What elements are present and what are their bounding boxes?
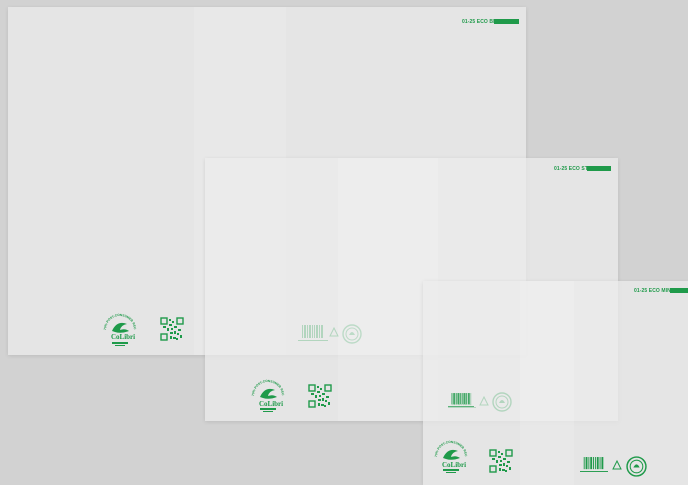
bag-small-side-gusset [520,281,574,485]
bag-medium-brand-name: CoLibri [259,400,284,408]
qr-code-icon [308,384,332,408]
recycle-triangle-icon [612,459,622,470]
colibri-logo-icon: 70% POST-CONSUMER RECYCLED [250,375,285,412]
qr-code-icon [489,449,513,473]
bag-small: 01-25 ECO MINI 70% POST-CONSUMER RECYCLE… [423,281,688,485]
bag-small-code-bar [670,288,688,293]
bag-large-brand-name: CoLibri [111,333,136,341]
barcode-icon [580,457,608,472]
barcode-icon [448,393,474,407]
recycling-seal-icon [626,456,647,477]
qr-code-icon [160,317,184,341]
bag-large-code-bar [494,19,519,24]
bag-small-brand-name: CoLibri [442,461,467,469]
colibri-logo-icon: 70% POST-CONSUMER RECYCLED [102,309,137,346]
colibri-logo-icon: 70% POST-CONSUMER RECYCLED [433,436,468,473]
bag-small-code-label: 01-25 ECO MINI [634,288,673,294]
bag-medium-code-bar [587,166,611,171]
